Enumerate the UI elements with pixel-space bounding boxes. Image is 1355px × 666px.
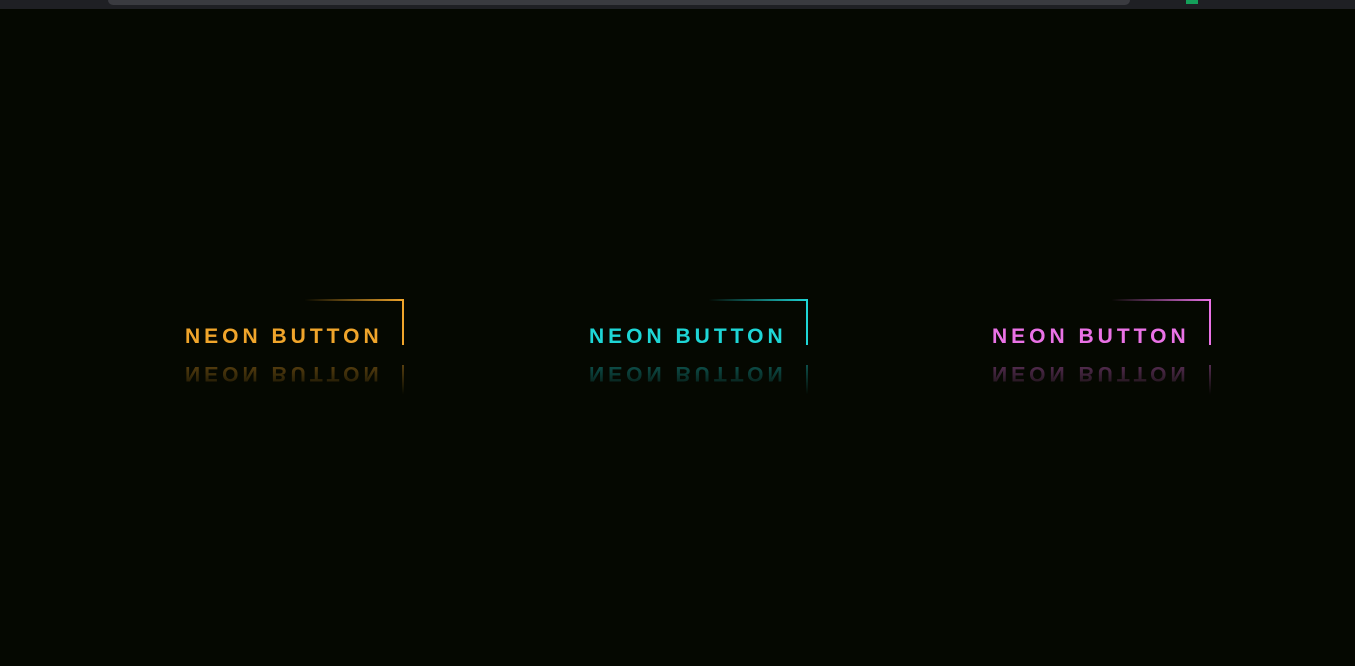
button-label: NEON BUTTON — [589, 325, 787, 348]
neon-right-edge — [402, 299, 404, 345]
neon-top-edge — [304, 299, 404, 301]
neon-button-orange[interactable]: NEON BUTTON — [174, 299, 404, 348]
neon-top-edge — [1111, 299, 1211, 301]
browser-top-bar — [0, 0, 1355, 9]
neon-top-edge — [708, 299, 808, 301]
stage: NEON BUTTON NEON BUTTON NEON BUTTON NEON… — [0, 9, 1355, 666]
neon-button-pink[interactable]: NEON BUTTON — [981, 299, 1211, 348]
button-label: NEON BUTTON — [185, 325, 383, 348]
button-label: NEON BUTTON — [992, 325, 1190, 348]
tab-indicator — [1186, 0, 1198, 4]
address-bar-edge — [108, 0, 1130, 5]
neon-button-cyan[interactable]: NEON BUTTON — [578, 299, 808, 348]
neon-right-edge — [1209, 299, 1211, 345]
neon-right-edge — [806, 299, 808, 345]
